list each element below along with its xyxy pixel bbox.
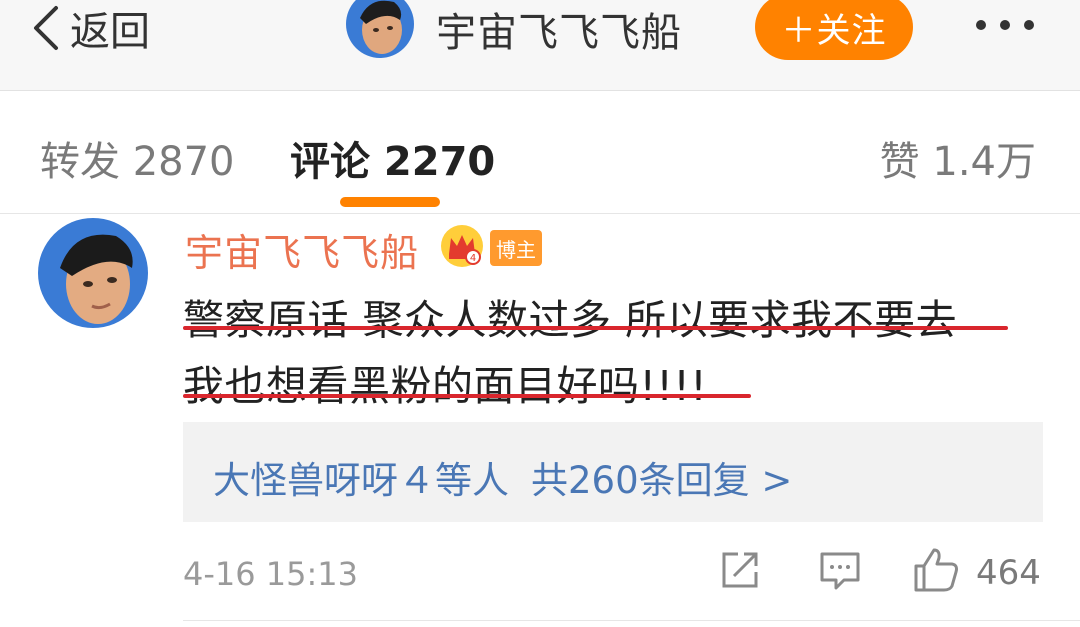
active-tab-indicator: [340, 197, 440, 207]
tab-repost[interactable]: 转发 2870: [40, 129, 235, 187]
comment-text-line: 警察原话 聚众人数过多 所以要求我不要去: [183, 296, 958, 344]
reply-count: 共260条回复 >: [531, 459, 793, 502]
dot: [1000, 20, 1010, 30]
comment-text-line: 我也想看黑粉的面目好吗!!!!: [183, 362, 708, 410]
red-underline: [183, 394, 751, 398]
svg-text:4: 4: [470, 253, 476, 264]
avatar-image: [38, 218, 148, 328]
tab-comment[interactable]: 评论 2270: [290, 129, 495, 187]
tab-bar: 转发 2870 评论 2270 赞 1.4万: [0, 91, 1080, 214]
reply-users: 大怪兽呀呀４等人: [213, 459, 509, 502]
follow-button[interactable]: ＋关注: [755, 0, 913, 60]
share-icon[interactable]: [718, 548, 762, 592]
top-navigation-bar: 返回 宇宙飞飞飞船 ＋关注: [0, 0, 1080, 91]
title-area[interactable]: 宇宙飞飞飞船: [346, 0, 682, 58]
commenter-avatar[interactable]: [38, 218, 148, 328]
thumbs-up-icon[interactable]: [912, 546, 960, 594]
divider: [183, 620, 1080, 621]
replies-preview[interactable]: 大怪兽呀呀４等人 共260条回复 >: [183, 422, 1043, 522]
tab-like[interactable]: 赞 1.4万: [880, 129, 1036, 187]
back-label: 返回: [70, 9, 150, 55]
replies-link[interactable]: 大怪兽呀呀４等人 共260条回复 >: [213, 450, 814, 504]
more-dots-icon[interactable]: [976, 20, 1034, 30]
dot: [1024, 20, 1034, 30]
red-underline: [183, 326, 1008, 330]
crown-icon: 4: [441, 225, 483, 267]
dot: [976, 20, 986, 30]
avatar-image: [346, 0, 414, 58]
comment-icon[interactable]: [818, 548, 862, 592]
comment-timestamp: 4-16 15:13: [183, 555, 359, 593]
page-title: 宇宙飞飞飞船: [436, 10, 682, 56]
comment-username[interactable]: 宇宙飞飞飞船: [185, 222, 419, 277]
back-button[interactable]: 返回: [30, 0, 150, 56]
like-count: 464: [976, 553, 1041, 593]
chevron-left-icon: [34, 6, 58, 50]
blogger-badge: 博主: [490, 230, 542, 266]
avatar[interactable]: [346, 0, 414, 58]
